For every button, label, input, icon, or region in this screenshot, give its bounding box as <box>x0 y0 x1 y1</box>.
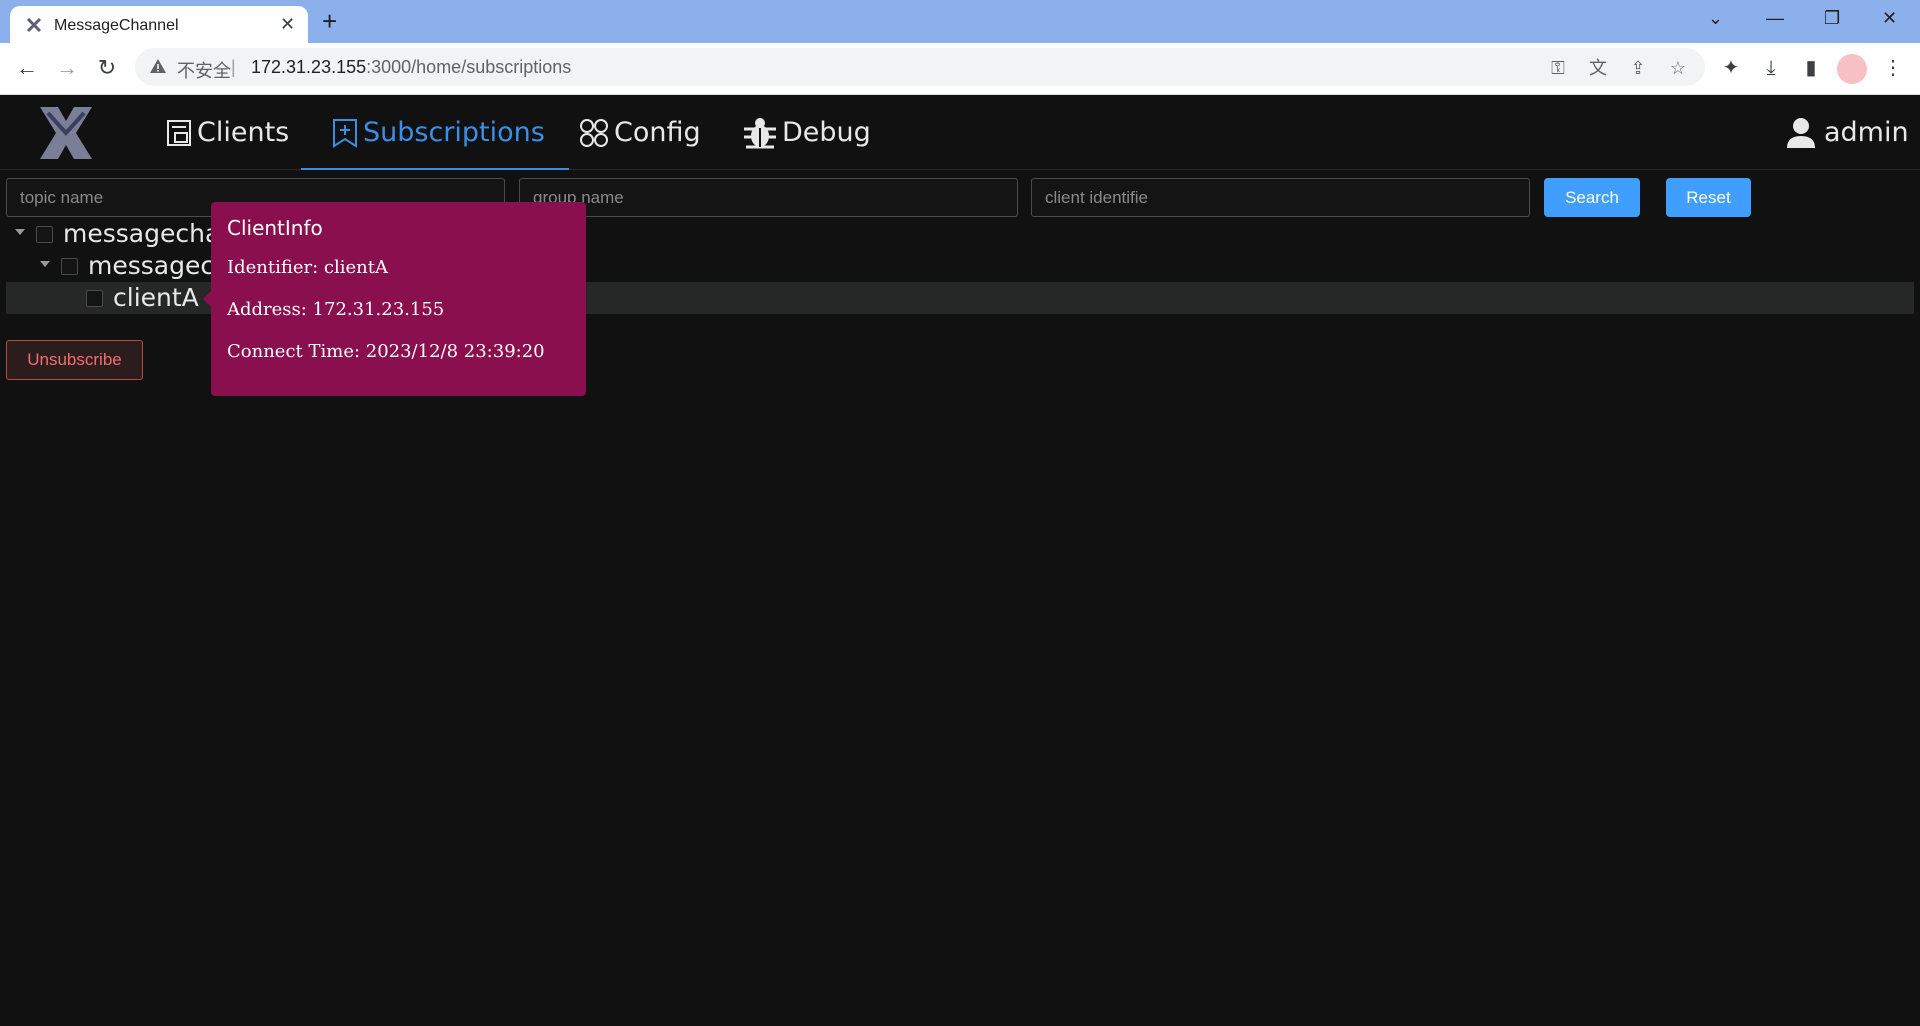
browser-tab[interactable]: MessageChannel ✕ <box>10 6 308 43</box>
search-button[interactable]: Search <box>1544 178 1640 217</box>
side-panel-icon[interactable]: ▮ <box>1798 55 1824 81</box>
forward-icon[interactable]: → <box>52 53 82 83</box>
nav-debug-label: Debug <box>782 117 871 148</box>
bookmark-plus-icon <box>333 118 357 148</box>
bug-icon <box>744 117 776 148</box>
extensions-icon[interactable]: ✦ <box>1718 55 1744 81</box>
bookmark-star-icon[interactable]: ☆ <box>1666 56 1690 80</box>
tree-label-group: messagecl <box>88 251 222 280</box>
apps-icon <box>580 118 608 147</box>
new-tab-icon[interactable]: + <box>322 6 337 36</box>
key-icon[interactable]: ⚿ <box>1546 56 1570 80</box>
url-separator: | <box>231 57 236 77</box>
tree-checkbox[interactable] <box>36 226 53 243</box>
app-header: Clients Subscriptions Config Debug admin <box>0 95 1920 170</box>
address-bar[interactable]: 不安全 | 172.31.23.155:3000/home/subscripti… <box>135 48 1705 86</box>
tab-title: MessageChannel <box>54 17 179 34</box>
expand-caret-icon[interactable] <box>15 229 25 235</box>
monitor-icon <box>167 119 191 146</box>
group-name-input[interactable] <box>519 178 1018 217</box>
expand-caret-icon[interactable] <box>40 261 50 267</box>
url-host: 172.31.23.155 <box>251 57 367 77</box>
warning-icon <box>150 59 166 73</box>
insecure-label: 不安全 <box>177 61 231 81</box>
tab-search-icon[interactable]: ⌄ <box>1708 6 1723 30</box>
tree-label-client: clientA <box>113 283 199 312</box>
user-icon <box>1787 117 1815 148</box>
close-window-icon[interactable]: ✕ <box>1882 6 1897 30</box>
profile-avatar[interactable] <box>1837 54 1867 84</box>
unsubscribe-button[interactable]: Unsubscribe <box>6 340 143 380</box>
browser-tab-strip: MessageChannel ✕ + ⌄ — ❐ ✕ <box>0 0 1920 43</box>
tree-checkbox[interactable] <box>86 290 103 307</box>
tab-close-icon[interactable]: ✕ <box>280 14 295 34</box>
tree-checkbox[interactable] <box>61 258 78 275</box>
client-identifier-input[interactable] <box>1031 178 1530 217</box>
menu-icon[interactable]: ⋮ <box>1880 55 1906 81</box>
user-name: admin <box>1824 117 1909 148</box>
popover-address: Address: 172.31.23.155 <box>227 299 445 320</box>
restore-icon[interactable]: ❐ <box>1824 6 1840 30</box>
url-text: 172.31.23.155:3000/home/subscriptions <box>251 57 571 78</box>
nav-subscriptions-label: Subscriptions <box>363 117 545 148</box>
app-favicon-icon <box>26 17 42 33</box>
app-logo <box>40 107 92 159</box>
popover-title: ClientInfo <box>227 216 323 240</box>
url-path: :3000/home/subscriptions <box>366 57 572 77</box>
client-info-popover: ClientInfo Identifier: clientA Address: … <box>203 202 586 396</box>
nav-config[interactable]: Config <box>578 95 701 170</box>
nav-debug[interactable]: Debug <box>742 95 871 170</box>
reset-button[interactable]: Reset <box>1666 178 1751 217</box>
reload-icon[interactable]: ↻ <box>92 53 122 83</box>
download-icon[interactable]: ⤓ <box>1758 55 1784 81</box>
popover-identifier: Identifier: clientA <box>227 257 388 278</box>
translate-icon[interactable]: 文 <box>1586 56 1610 80</box>
user-menu[interactable]: admin <box>1786 95 1909 170</box>
minimize-icon[interactable]: — <box>1766 6 1784 30</box>
nav-config-label: Config <box>614 117 701 148</box>
nav-clients-label: Clients <box>197 117 290 148</box>
nav-subscriptions[interactable]: Subscriptions <box>301 95 569 170</box>
nav-clients[interactable]: Clients <box>165 95 289 170</box>
popover-connect-time: Connect Time: 2023/12/8 23:39:20 <box>227 341 545 362</box>
tree-label-topic: messagecha <box>63 219 221 248</box>
share-icon[interactable]: ⇪ <box>1626 56 1650 80</box>
browser-toolbar: ← → ↻ 不安全 | 172.31.23.155:3000/home/subs… <box>0 43 1920 95</box>
back-icon[interactable]: ← <box>12 53 42 83</box>
